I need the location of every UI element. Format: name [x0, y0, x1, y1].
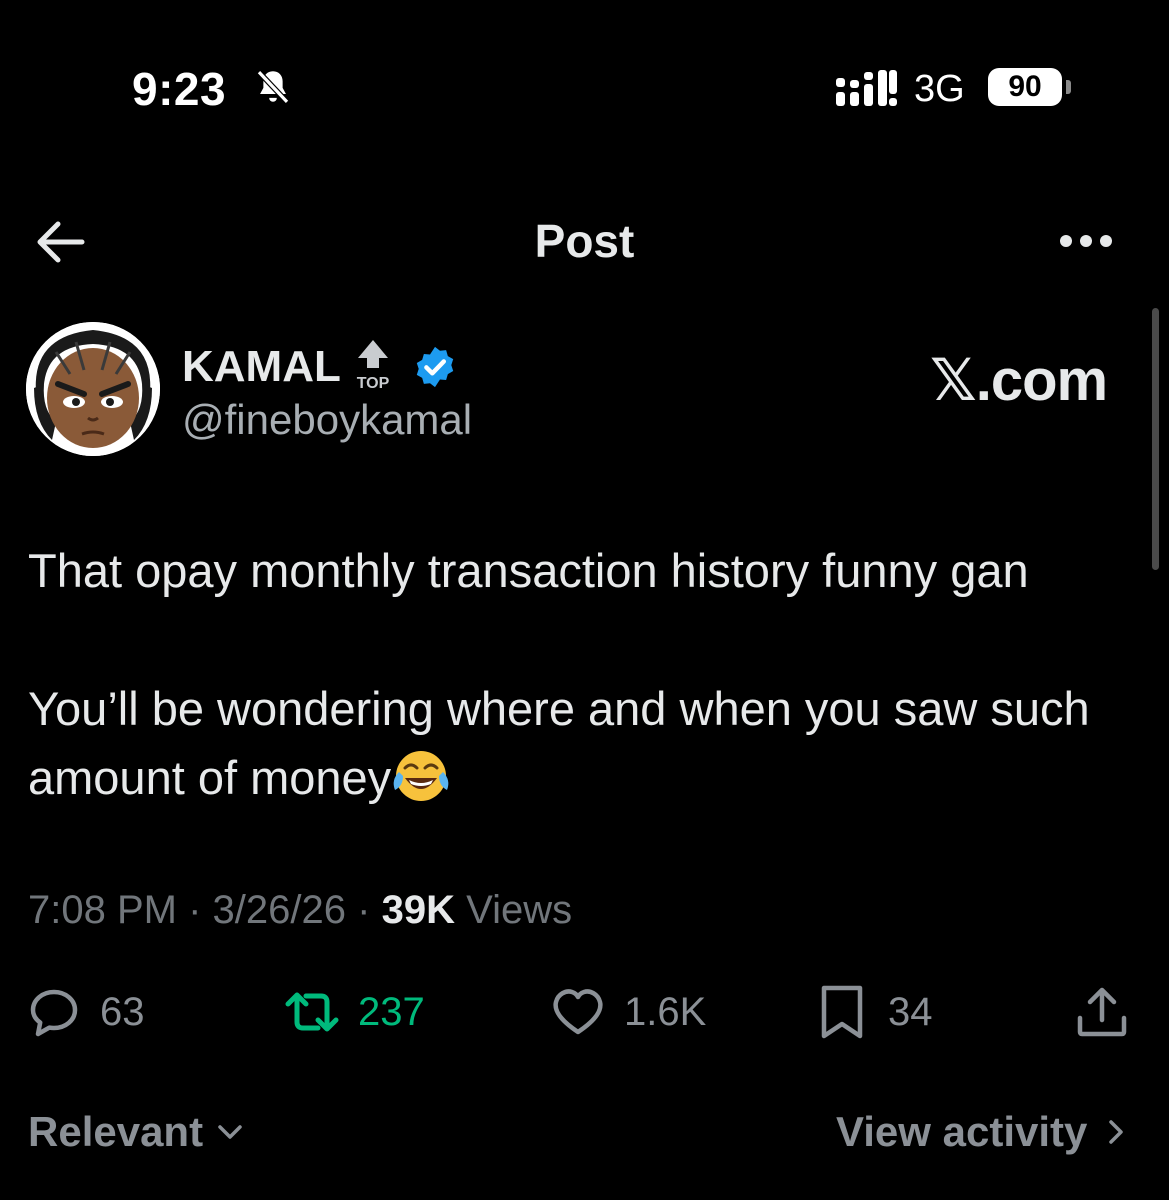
views-label: Views	[466, 888, 573, 932]
sort-dropdown[interactable]: Relevant	[28, 1108, 245, 1156]
reply-count: 63	[100, 989, 145, 1034]
repost-button[interactable]: 237	[284, 984, 425, 1040]
bookmark-count: 34	[888, 989, 933, 1034]
verified-badge-icon[interactable]	[412, 344, 458, 390]
like-count: 1.6K	[624, 989, 707, 1034]
share-icon	[1077, 987, 1127, 1037]
display-name[interactable]: KAMAL	[182, 342, 341, 392]
post-paragraph-2-text: You’ll be wondering where and when you s…	[28, 682, 1090, 804]
battery-tip	[1066, 80, 1071, 94]
chevron-down-icon	[218, 1125, 242, 1139]
page-title: Post	[534, 215, 635, 267]
post-date: 3/26/26	[212, 888, 347, 932]
post-paragraph-2: You’ll be wondering where and when you s…	[28, 674, 1148, 812]
meta-separator: ·	[188, 888, 202, 932]
bookmark-button[interactable]: 34	[814, 984, 933, 1040]
network-type: 3G	[914, 68, 965, 110]
post-paragraph-1: That opay monthly transaction history fu…	[28, 544, 1029, 597]
post-meta: 7:08 PM · 3/26/26 · 39K Views	[28, 888, 572, 933]
scrollbar[interactable]	[1152, 308, 1159, 570]
reply-icon	[30, 989, 78, 1037]
post-text: That opay monthly transaction history fu…	[28, 536, 1148, 812]
like-button[interactable]: 1.6K	[550, 984, 706, 1040]
bell-muted-icon	[256, 70, 290, 104]
bookmark-icon	[821, 985, 863, 1039]
share-button[interactable]	[1074, 984, 1130, 1040]
reply-button[interactable]: 63	[26, 984, 145, 1040]
meta-separator: ·	[357, 888, 371, 932]
user-handle[interactable]: @fineboykamal	[182, 396, 472, 444]
view-activity-link[interactable]: View activity	[836, 1108, 1131, 1156]
avatar[interactable]	[26, 322, 160, 456]
watermark: 𝕏.com	[930, 348, 1108, 413]
status-time: 9:23	[132, 63, 227, 115]
top-badge-icon: TOP	[357, 340, 390, 392]
view-activity-label: View activity	[836, 1108, 1088, 1155]
signal-icon	[836, 70, 897, 106]
svg-text:TOP: TOP	[357, 375, 390, 392]
heart-icon	[553, 989, 603, 1035]
sort-label: Relevant	[28, 1108, 204, 1155]
more-horizontal-icon[interactable]	[1058, 228, 1114, 254]
repost-icon	[285, 992, 339, 1032]
chevron-right-icon	[1109, 1120, 1124, 1144]
battery-level: 90	[988, 68, 1062, 106]
repost-count: 237	[358, 989, 425, 1034]
post-time: 7:08 PM	[28, 888, 177, 932]
face-with-tears-of-joy-icon	[393, 751, 449, 801]
views-count[interactable]: 39K	[382, 888, 455, 932]
